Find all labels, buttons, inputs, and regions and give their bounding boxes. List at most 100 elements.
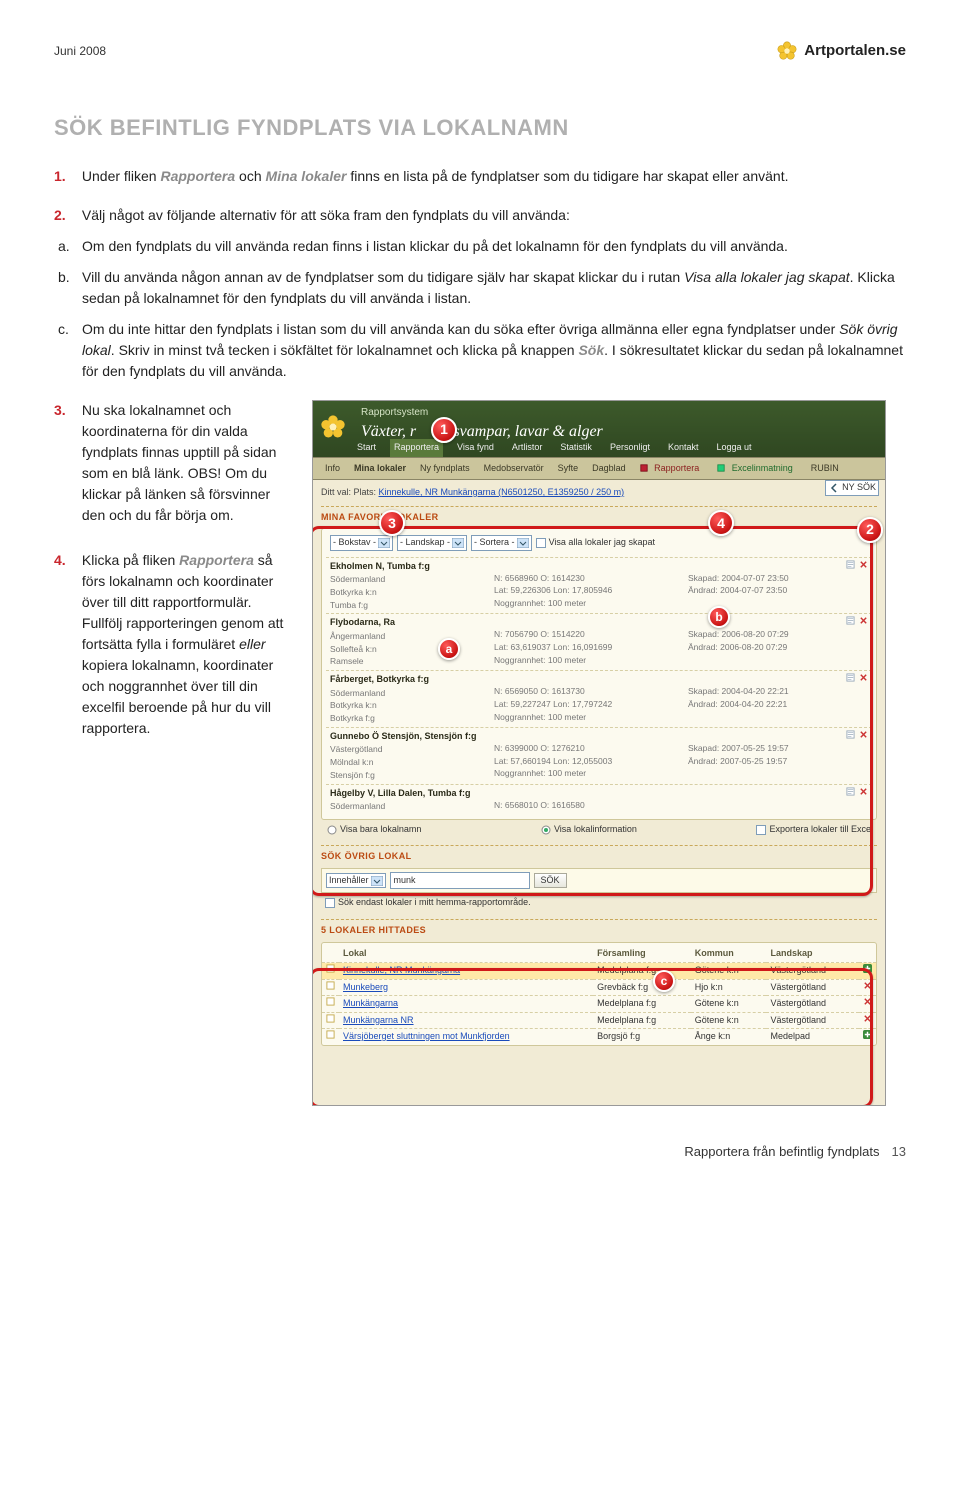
checkbox-icon	[756, 825, 766, 835]
check-export[interactable]: Exportera lokaler till Exce	[756, 823, 871, 837]
fav-list: Ekholmen N, Tumba f:gSödermanlandBotkyrk…	[326, 557, 872, 815]
th-lokal: Lokal	[339, 945, 593, 963]
delete-icon[interactable]	[859, 616, 868, 625]
step-4-body: Klicka på fliken Rapportera så förs loka…	[82, 550, 294, 739]
delete-icon[interactable]	[859, 560, 868, 569]
nav-logout[interactable]: Logga ut	[713, 439, 756, 457]
brand: Artportalen.se	[776, 40, 906, 63]
section-result: 5 LOKALER HITTADES	[321, 919, 877, 938]
delete-icon[interactable]	[859, 787, 868, 796]
table-row[interactable]: MunkängarnaMedelplana f:gGötene k:nVäste…	[322, 996, 876, 1013]
sub-ny[interactable]: Ny fyndplats	[416, 461, 474, 477]
nav-rapportera[interactable]: Rapportera	[390, 439, 443, 457]
chevron-down-icon	[371, 876, 383, 886]
step-2-body: Välj något av följande alternativ för at…	[82, 205, 906, 226]
note-icon[interactable]	[846, 787, 855, 796]
check-hemma[interactable]: Sök endast lokaler i mitt hemma-rapporto…	[321, 893, 535, 913]
sub-rubin[interactable]: RUBIN	[807, 461, 843, 477]
note-icon[interactable]	[846, 616, 855, 625]
chevron-left-icon	[828, 483, 840, 493]
sub-dag[interactable]: Dagblad	[588, 461, 630, 477]
square-icon	[326, 1014, 335, 1023]
square-icon	[717, 464, 725, 472]
delete-icon[interactable]	[863, 981, 872, 990]
step-3-body: Nu ska lokalnamnet och koordinaterna för…	[82, 400, 294, 526]
note-icon[interactable]	[846, 560, 855, 569]
footer-text: Rapportera från befintlig fyndplats	[684, 1142, 879, 1162]
list-item[interactable]: Ekholmen N, Tumba f:gSödermanlandBotkyrk…	[326, 557, 872, 614]
embedded-screenshot: Rapportsystem Växter, r XXX svampar, lav…	[312, 400, 886, 1106]
sub-rapp[interactable]: Rapportera	[636, 461, 708, 477]
delete-icon[interactable]	[863, 997, 872, 1006]
select-sortera[interactable]: - Sortera -	[471, 535, 532, 551]
th-landskap: Landskap	[766, 945, 859, 963]
square-icon	[326, 1030, 335, 1039]
result-table: Lokal Församling Kommun Landskap Kinneku…	[322, 945, 876, 1045]
select-innehaller[interactable]: Innehåller	[326, 873, 386, 889]
select-landskap[interactable]: - Landskap -	[397, 535, 467, 551]
page-title: SÖK BEFINTLIG FYNDPLATS VIA LOKALNAMN	[54, 111, 906, 144]
plus-icon[interactable]	[863, 1030, 872, 1039]
sub-excel[interactable]: Excelinmatning	[713, 461, 801, 477]
nav-statistik[interactable]: Statistik	[556, 439, 596, 457]
table-row[interactable]: Värsjöberget sluttningen mot Munkfjorden…	[322, 1029, 876, 1045]
marker-c: c	[653, 970, 675, 992]
th-kommun: Kommun	[691, 945, 767, 963]
select-bokstav[interactable]: - Bokstav -	[330, 535, 393, 551]
flower-icon	[319, 413, 347, 441]
marker-a: a	[438, 638, 460, 660]
nav-visa[interactable]: Visa fynd	[453, 439, 498, 457]
nav-artlistor[interactable]: Artlistor	[508, 439, 547, 457]
square-icon	[326, 997, 335, 1006]
sub-c-body: Om du inte hittar den fyndplats i listan…	[82, 321, 903, 379]
search-button[interactable]: SÖK	[534, 873, 567, 889]
sub-c-let: c.	[58, 319, 69, 340]
marker-b: b	[708, 606, 730, 628]
sub-med[interactable]: Medobservatör	[480, 461, 548, 477]
nav-kontakt[interactable]: Kontakt	[664, 439, 703, 457]
search-input[interactable]: munk	[390, 872, 530, 890]
nav-personligt[interactable]: Personligt	[606, 439, 654, 457]
note-icon[interactable]	[846, 673, 855, 682]
table-row[interactable]: Munkängarna NRMedelplana f:gGötene k:nVä…	[322, 1012, 876, 1029]
list-item[interactable]: Flybodarna, RaÅngermanlandSollefteå k:nR…	[326, 613, 872, 670]
radio-bara-lokalnamn[interactable]: Visa bara lokalnamn	[327, 823, 421, 837]
crumb-link[interactable]: Kinnekulle, NR Munkängarna (N6501250, E1…	[379, 487, 625, 497]
delete-icon[interactable]	[863, 1014, 872, 1023]
list-item[interactable]: Gunnebo Ö Stensjön, Stensjön f:gVästergö…	[326, 727, 872, 784]
ss-topbar: Rapportsystem Växter, r XXX svampar, lav…	[313, 401, 885, 457]
radio-lokalinfo[interactable]: Visa lokalinformation	[541, 823, 637, 837]
search-row: Innehåller munk SÖK	[321, 868, 877, 894]
table-row[interactable]: MunkebergGrevbäck f:gHjo k:nVästergötlan…	[322, 979, 876, 996]
delete-icon[interactable]	[859, 673, 868, 682]
ss-subnav: Info Mina lokaler Ny fyndplats Medobserv…	[313, 457, 885, 481]
chevron-down-icon	[378, 538, 390, 548]
chevron-down-icon	[517, 538, 529, 548]
table-row[interactable]: Kinnekulle, NR MunkängarnaMedelplana f:g…	[322, 963, 876, 980]
delete-icon[interactable]	[859, 730, 868, 739]
radio-icon	[541, 825, 551, 835]
plus-icon[interactable]	[863, 964, 872, 973]
step-3-num: 3.	[54, 400, 78, 421]
view-options: Visa bara lokalnamn Visa lokalinformatio…	[321, 820, 877, 840]
sub-info[interactable]: Info	[321, 461, 344, 477]
step-1-num: 1.	[54, 166, 78, 187]
ny-sok-button[interactable]: NY SÖK	[825, 480, 879, 497]
square-icon	[640, 464, 648, 472]
check-visa-alla[interactable]: Visa alla lokaler jag skapat	[536, 536, 655, 550]
chevron-down-icon	[452, 538, 464, 548]
ss-crumb: Ditt val: Plats: Kinnekulle, NR Munkänga…	[321, 486, 877, 500]
page-footer: Rapportera från befintlig fyndplats 13	[54, 1142, 906, 1162]
sub-a-body: Om den fyndplats du vill använda redan f…	[82, 238, 788, 254]
square-icon	[326, 981, 335, 990]
sub-b-body: Vill du använda någon annan av de fyndpl…	[82, 269, 895, 306]
step-2-num: 2.	[54, 205, 78, 226]
sub-mina[interactable]: Mina lokaler	[350, 461, 410, 477]
section-sok: SÖK ÖVRIG LOKAL	[321, 845, 877, 864]
flower-icon	[776, 40, 798, 62]
note-icon[interactable]	[846, 730, 855, 739]
nav-start[interactable]: Start	[353, 439, 380, 457]
list-item[interactable]: Fårberget, Botkyrka f:gSödermanlandBotky…	[326, 670, 872, 727]
list-item[interactable]: Hågelby V, Lilla Dalen, Tumba f:gSöderma…	[326, 784, 872, 815]
sub-syfte[interactable]: Syfte	[554, 461, 583, 477]
